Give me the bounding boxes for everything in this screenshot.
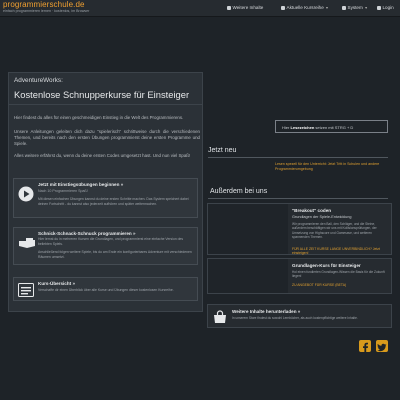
brand-logo[interactable]: programmierschule.de bbox=[3, 0, 85, 9]
list-icon bbox=[18, 283, 34, 297]
promo-grundlagen-title: Grundlagen-Kurs für Einsteiger bbox=[292, 263, 361, 268]
chevron-down-icon: ▼ bbox=[325, 5, 329, 10]
nav-weitere-inhalte[interactable]: Weitere Inhalte bbox=[227, 5, 263, 10]
promo-breakout-sub: Grundlagen der Spiele-Entwicklung bbox=[292, 215, 352, 219]
feature-kurs-uebersicht-text: Verschaffe dir einen Überblick über alle… bbox=[38, 288, 174, 292]
news-heading: Jetzt neu bbox=[208, 147, 237, 154]
download-title: Weitere Inhalte herunterladen » bbox=[232, 309, 301, 314]
download-box[interactable]: Weitere Inhalte herunterladen » In unser… bbox=[207, 304, 392, 328]
feature-schnick-schnack[interactable]: Schnick-Schnack-Schnuck programmieren » … bbox=[13, 227, 198, 265]
more-divider bbox=[208, 198, 388, 199]
feature-kurs-uebersicht[interactable]: Kurs-Übersicht » Verschaffe dir einen Üb… bbox=[13, 277, 198, 301]
user-icon bbox=[377, 5, 381, 10]
promo-breakout-image bbox=[208, 204, 288, 254]
bookmark-suffix: setzen mit STRG + D bbox=[315, 124, 354, 130]
box-icon bbox=[227, 5, 231, 10]
play-icon bbox=[18, 186, 34, 202]
nav-system[interactable]: System ▼ bbox=[342, 5, 368, 10]
feature-schnick-schnack-text: Anschließend folgen weitere Spiele, bis … bbox=[38, 250, 192, 259]
promo-breakout-link[interactable]: FÜR ALLE ZEIT KURSE LANGE UNVERBINDLICH?… bbox=[292, 247, 391, 255]
news-divider bbox=[208, 157, 388, 158]
feature-schnick-schnack-sub: Hier lernst du in mehreren Kursen die Gr… bbox=[38, 237, 184, 246]
brand-tagline: einfach programmieren lernen · kostenlos… bbox=[3, 9, 90, 13]
feature-einstieg-title: Jetzt mit Einstiegsübungen beginnen » bbox=[38, 182, 124, 187]
feature-schnick-schnack-title: Schnick-Schnack-Schnuck programmieren » bbox=[38, 231, 136, 236]
facebook-icon[interactable] bbox=[359, 340, 371, 353]
intro-paragraph-1: Hier findest du alles für einen geschmei… bbox=[14, 115, 184, 120]
promo-breakout[interactable]: "Breakout" coden Grundlagen der Spiele-E… bbox=[207, 203, 392, 255]
feature-einstieg[interactable]: Jetzt mit Einstiegsübungen beginnen » Na… bbox=[13, 178, 198, 218]
navbar: programmierschule.de einfach programmier… bbox=[0, 0, 400, 17]
promo-breakout-title: "Breakout" coden bbox=[292, 208, 332, 213]
feature-kurs-uebersicht-title: Kurs-Übersicht » bbox=[38, 281, 76, 286]
intro-card-header: AdventureWorks: Kostenlose Schnupperkurs… bbox=[9, 73, 202, 105]
hand-icon bbox=[19, 238, 35, 248]
download-text: In unserem Store findest du sowohl Lernb… bbox=[232, 316, 358, 320]
promo-grundlagen-link[interactable]: ZU ANGEBOT FÜR KURSE (BETA) bbox=[292, 283, 346, 287]
bookmark-prefix: Hier bbox=[282, 124, 290, 130]
grid-icon bbox=[342, 5, 346, 10]
twitter-icon[interactable] bbox=[376, 340, 388, 352]
promo-grundlagen-image bbox=[208, 259, 288, 293]
bookmark-bold: Lesezeichen bbox=[290, 124, 315, 130]
chevron-down-icon: ▼ bbox=[364, 5, 368, 10]
shopping-bag-icon bbox=[214, 310, 226, 323]
bookmark-hint: Hier Lesezeichen setzen mit STRG + D bbox=[275, 120, 388, 133]
feature-einstieg-sub: Nach 10 Programmieren Spaß! bbox=[38, 189, 88, 193]
promo-breakout-text: Wir programmieren den Ball, den Schläger… bbox=[292, 222, 377, 240]
intro-paragraph-2: Unsere Anleitungen geleiten dich dazu "s… bbox=[14, 129, 200, 146]
intro-paragraph-3: Alles weitere erfährst du, wenn du deine… bbox=[14, 153, 191, 158]
intro-kicker: AdventureWorks: bbox=[14, 77, 63, 84]
book-icon bbox=[281, 5, 285, 10]
news-text[interactable]: Lesen spezell für den Unterricht: Jetzt … bbox=[275, 162, 390, 172]
nav-aktuelle-kursreihe[interactable]: Aktuelle Kursreihe ▼ bbox=[281, 5, 329, 10]
intro-title: Kostenlose Schnupperkurse für Einsteiger bbox=[14, 89, 190, 100]
more-heading: Außerdem bei uns bbox=[210, 188, 268, 195]
nav-login[interactable]: Login bbox=[377, 5, 394, 10]
promo-grundlagen-text: Hol einen fundierten Grundlagen-Wissen d… bbox=[292, 270, 385, 279]
promo-grundlagen[interactable]: Grundlagen-Kurs für Einsteiger Hol einen… bbox=[207, 258, 392, 294]
feature-einstieg-text: Mit diesen einfachen Übungen kannst du d… bbox=[38, 197, 189, 206]
